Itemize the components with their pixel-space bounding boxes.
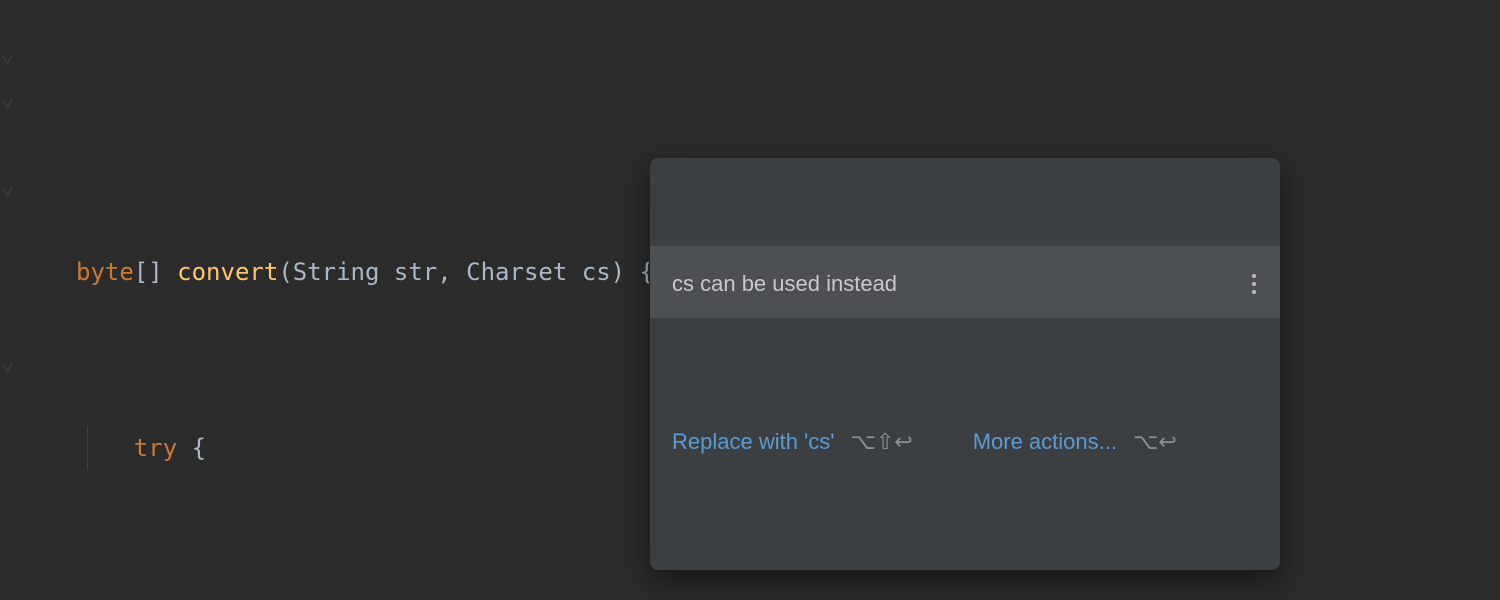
- quickfix-replace-action[interactable]: Replace with 'cs': [672, 420, 834, 464]
- shortcut-hint: ⌥↩: [1133, 420, 1177, 464]
- intention-popup-header: cs can be used instead: [650, 246, 1280, 318]
- method-name: convert: [177, 258, 278, 286]
- fold-marker-icon[interactable]: ⌄: [0, 334, 14, 387]
- more-actions-link[interactable]: More actions...: [973, 420, 1117, 464]
- keyword: byte: [76, 258, 134, 286]
- more-options-icon[interactable]: [1246, 270, 1262, 298]
- intention-actions-row: Replace with 'cs' ⌥⇧↩ More actions... ⌥↩: [650, 406, 1280, 482]
- intention-popup: cs can be used instead Replace with 'cs'…: [650, 158, 1280, 570]
- fold-marker-icon[interactable]: ⌄: [0, 70, 14, 123]
- gutter: ⌄ ⌄ ⌄ ⌄: [0, 0, 18, 600]
- code-text: []: [134, 258, 177, 286]
- code-text: {: [177, 434, 206, 462]
- code-editor[interactable]: ⌄ ⌄ ⌄ ⌄ byte[] convert(String str, Chars…: [0, 0, 1500, 600]
- shortcut-hint: ⌥⇧↩: [850, 420, 912, 464]
- intention-title: cs can be used instead: [672, 262, 897, 306]
- keyword: try: [134, 434, 177, 462]
- code-text: (String str, Charset cs) {: [278, 258, 654, 286]
- fold-marker-icon[interactable]: ⌄: [0, 158, 14, 211]
